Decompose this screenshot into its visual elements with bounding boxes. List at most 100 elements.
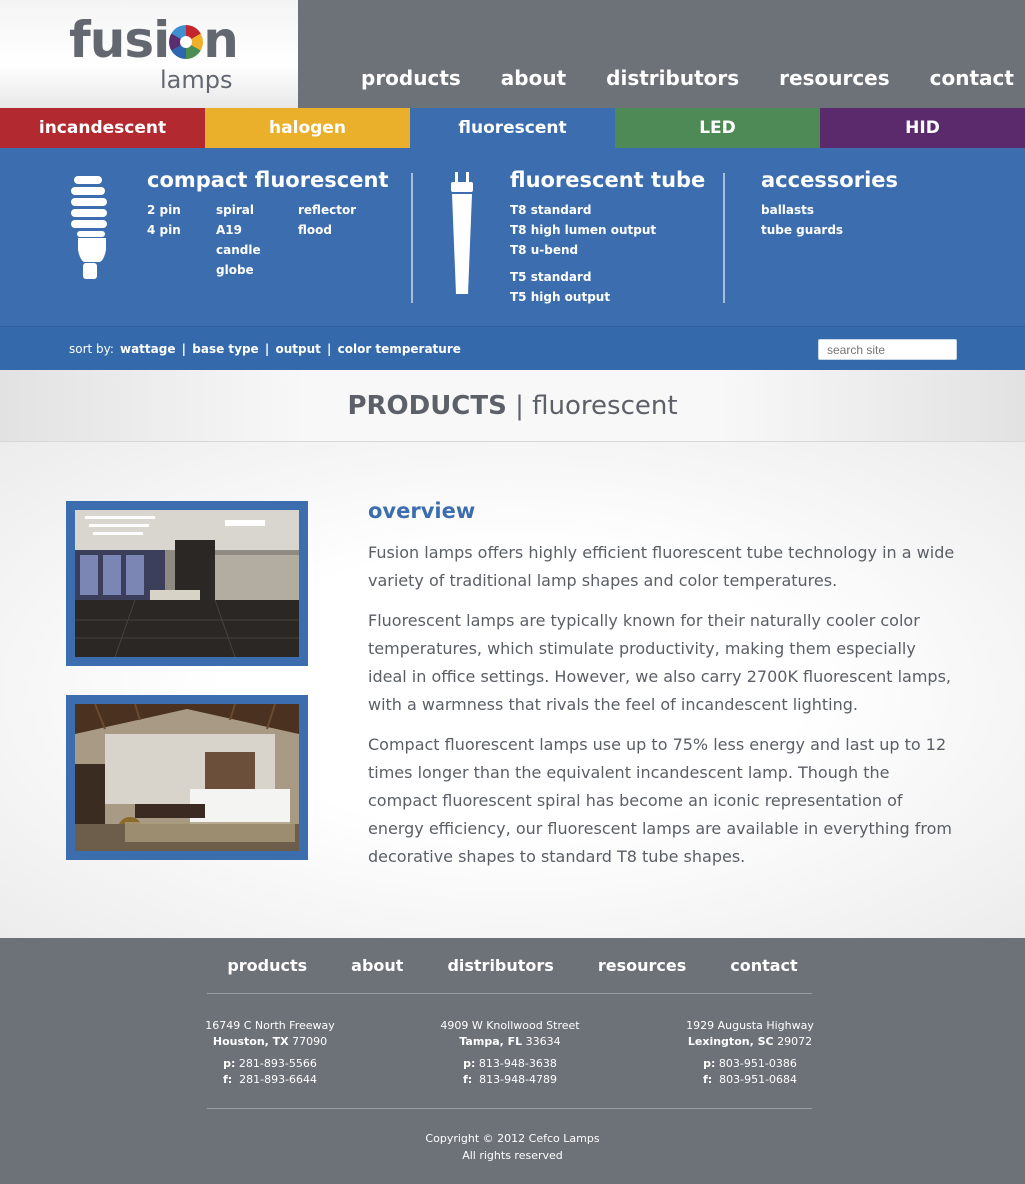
search-input[interactable] (818, 339, 957, 360)
page-title-band: PRODUCTS | fluorescent (0, 370, 1025, 442)
footer-divider (207, 1108, 812, 1109)
logo-wordmark: fusi n (69, 11, 239, 69)
phone-number: 281-893-5566 (238, 1057, 317, 1070)
footer-nav-about[interactable]: about (351, 956, 403, 975)
link-t5-standard[interactable]: T5 standard (510, 267, 610, 287)
page-title-section: PRODUCTS (347, 391, 507, 421)
category-tab-incandescent[interactable]: incandescent (0, 108, 205, 148)
category-bar: incandescent halogen fluorescent LED HID (0, 108, 1025, 148)
fluorescent-submenu: compact fluorescent 2 pin 4 pin spiral A… (0, 148, 1025, 326)
copyright-text: Copyright © 2012 Cefco Lamps (425, 1132, 600, 1145)
sort-separator: | (181, 342, 187, 356)
cfl-pin-list: 2 pin 4 pin (147, 200, 181, 240)
hotel-bedroom-photo (66, 695, 308, 860)
link-a19[interactable]: A19 (216, 220, 261, 240)
category-tab-halogen[interactable]: halogen (205, 108, 410, 148)
link-ballasts[interactable]: ballasts (761, 200, 843, 220)
site-header: fusi n lamps products about distributors … (0, 0, 1025, 108)
phone-number: 803-951-0386 (718, 1057, 797, 1070)
address-tampa: 4909 W Knollwood Street Tampa, FL 33634 … (410, 1018, 610, 1088)
fluorescent-tube-title[interactable]: fluorescent tube (510, 168, 705, 192)
footer-nav-distributors[interactable]: distributors (447, 956, 553, 975)
sort-base-type[interactable]: base type (192, 342, 258, 356)
nav-about[interactable]: about (501, 66, 566, 96)
rights-text: All rights reserved (462, 1149, 563, 1162)
cfl-shape-list: spiral A19 candle globe (216, 200, 261, 280)
link-4-pin[interactable]: 4 pin (147, 220, 181, 240)
address-street: 1929 Augusta Highway (686, 1019, 814, 1032)
nav-resources[interactable]: resources (779, 66, 890, 96)
compact-fluorescent-group: compact fluorescent (147, 168, 388, 192)
address-city: Houston, TX (212, 1035, 289, 1048)
accessories-group: accessories (761, 168, 898, 192)
accessories-title[interactable]: accessories (761, 168, 898, 192)
cfl-bulb-icon (71, 176, 107, 279)
address-zip: 77090 (292, 1035, 328, 1048)
nav-products[interactable]: products (361, 66, 461, 96)
link-reflector[interactable]: reflector (298, 200, 356, 220)
link-spiral[interactable]: spiral (216, 200, 261, 220)
address-lexington: 1929 Augusta Highway Lexington, SC 29072… (650, 1018, 850, 1088)
main-nav: products about distributors resources co… (361, 66, 1025, 96)
sort-options: wattage | base type | output | color tem… (119, 342, 462, 356)
sort-separator: | (264, 342, 270, 356)
t5-list: T5 standard T5 high output (510, 267, 610, 307)
address-street: 16749 C North Freeway (205, 1019, 335, 1032)
logo[interactable]: fusi n lamps (0, 0, 298, 108)
sort-wattage[interactable]: wattage (120, 342, 175, 356)
link-t8-standard[interactable]: T8 standard (510, 200, 656, 220)
fax-label: f: (222, 1073, 233, 1086)
nav-distributors[interactable]: distributors (606, 66, 739, 96)
address-zip: 33634 (525, 1035, 561, 1048)
overview-paragraph: Compact fluorescent lamps use up to 75% … (368, 735, 952, 866)
menu-divider (411, 173, 413, 303)
link-2-pin[interactable]: 2 pin (147, 200, 181, 220)
link-t5-high-output[interactable]: T5 high output (510, 287, 610, 307)
fluorescent-tube-icon (451, 172, 473, 294)
sort-separator: | (327, 342, 332, 356)
address-street: 4909 W Knollwood Street (440, 1019, 580, 1032)
logo-subtitle: lamps (160, 66, 233, 94)
compact-fluorescent-title[interactable]: compact fluorescent (147, 168, 388, 192)
fax-number: 813-948-4789 (479, 1073, 558, 1086)
site-footer: products about distributors resources co… (0, 938, 1025, 1184)
color-wheel-icon (169, 25, 204, 59)
category-tab-fluorescent[interactable]: fluorescent (410, 108, 615, 148)
link-globe[interactable]: globe (216, 260, 261, 280)
accessories-list: ballasts tube guards (761, 200, 843, 240)
office-lobby-photo (66, 501, 308, 666)
footer-nav-resources[interactable]: resources (598, 956, 686, 975)
footer-nav-products[interactable]: products (227, 956, 307, 975)
link-t8-u-bend[interactable]: T8 u-bend (510, 240, 656, 260)
menu-divider (723, 173, 725, 303)
cfl-reflector-list: reflector flood (298, 200, 356, 240)
overview-heading: overview (368, 499, 476, 523)
address-zip: 29072 (777, 1035, 813, 1048)
link-flood[interactable]: flood (298, 220, 356, 240)
footer-nav-contact[interactable]: contact (730, 956, 797, 975)
page-title: PRODUCTS | fluorescent (0, 370, 1025, 442)
phone-label: p: (463, 1057, 476, 1070)
main-content: overview Fusion lamps offers highly effi… (0, 442, 1025, 938)
category-tab-led[interactable]: LED (615, 108, 820, 148)
phone-label: p: (703, 1057, 716, 1070)
overview-paragraph: Fluorescent lamps are typically known fo… (368, 611, 951, 714)
t8-list: T8 standard T8 high lumen output T8 u-be… (510, 200, 656, 260)
link-tube-guards[interactable]: tube guards (761, 220, 843, 240)
fax-label: f: (702, 1073, 713, 1086)
fax-label: f: (462, 1073, 473, 1086)
sort-output[interactable]: output (275, 342, 320, 356)
link-candle[interactable]: candle (216, 240, 261, 260)
sort-label: sort by: (69, 342, 114, 356)
nav-contact[interactable]: contact (930, 66, 1014, 96)
fax-number: 803-951-0684 (719, 1073, 798, 1086)
sort-bar: sort by: wattage | base type | output | … (0, 326, 1025, 370)
category-tab-hid[interactable]: HID (820, 108, 1025, 148)
fax-number: 281-893-6644 (239, 1073, 318, 1086)
sort-color-temperature[interactable]: color temperature (338, 342, 461, 356)
footer-nav: products about distributors resources co… (0, 956, 1025, 975)
link-t8-high-lumen[interactable]: T8 high lumen output (510, 220, 656, 240)
phone-number: 813-948-3638 (478, 1057, 557, 1070)
copyright: Copyright © 2012 Cefco Lamps All rights … (0, 1130, 1025, 1164)
page-title-sub: fluorescent (532, 391, 678, 421)
